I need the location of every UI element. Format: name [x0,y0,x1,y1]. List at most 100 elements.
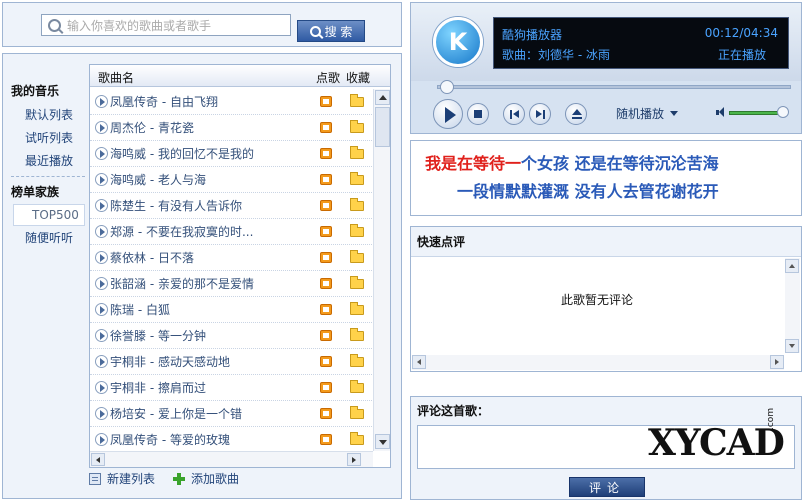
song-row[interactable]: 海鸣威 - 老人与海 [90,167,372,193]
song-title[interactable]: 海鸣威 - 我的回忆不是我的 [110,145,320,162]
pick-song-icon[interactable] [320,382,332,393]
folder-icon[interactable] [350,120,364,133]
play-circle-icon[interactable] [95,355,108,368]
song-title[interactable]: 徐誉滕 - 等一分钟 [110,327,320,344]
play-circle-icon[interactable] [95,147,108,160]
folder-icon[interactable] [350,172,364,185]
pick-song-icon[interactable] [320,174,332,185]
pick-song-icon[interactable] [320,408,332,419]
pick-song-icon[interactable] [320,252,332,263]
folder-icon[interactable] [350,146,364,159]
play-circle-icon[interactable] [95,95,108,108]
folder-icon[interactable] [350,198,364,211]
folder-icon[interactable] [350,354,364,367]
scroll-up-arrow-icon[interactable] [375,90,390,105]
song-title[interactable]: 陈楚生 - 有没有人告诉你 [110,197,320,214]
folder-icon[interactable] [350,380,364,393]
play-circle-icon[interactable] [95,225,108,238]
song-title[interactable]: 海鸣威 - 老人与海 [110,171,320,188]
pick-song-icon[interactable] [320,148,332,159]
play-circle-icon[interactable] [95,173,108,186]
song-row[interactable]: 陈楚生 - 有没有人告诉你 [90,193,372,219]
sidebar-item-trial-list[interactable]: 试听列表 [11,126,85,149]
play-circle-icon[interactable] [95,407,108,420]
song-row[interactable]: 凤凰传奇 - 自由飞翔 [90,89,372,115]
play-circle-icon[interactable] [95,433,108,446]
song-row[interactable]: 凤凰传奇 - 等爱的玫瑰 [90,427,372,451]
stop-button[interactable] [467,103,489,125]
submit-comment-button[interactable]: 评论 [569,477,645,497]
song-title[interactable]: 蔡依林 - 日不落 [110,249,320,266]
pick-song-icon[interactable] [320,226,332,237]
volume-handle[interactable] [776,106,789,118]
pick-song-icon[interactable] [320,356,332,367]
song-title[interactable]: 凤凰传奇 - 等爱的玫瑰 [110,431,320,448]
song-row[interactable]: 周杰伦 - 青花瓷 [90,115,372,141]
song-title[interactable]: 周杰伦 - 青花瓷 [110,119,320,136]
song-row[interactable]: 郑源 - 不要在我寂寞的时... [90,219,372,245]
play-circle-icon[interactable] [95,381,108,394]
review-hscroll[interactable] [412,355,784,370]
scroll-down-arrow-icon[interactable] [785,339,799,353]
folder-icon[interactable] [350,276,364,289]
folder-icon[interactable] [350,224,364,237]
song-title[interactable]: 郑源 - 不要在我寂寞的时... [110,223,320,240]
sidebar-item-random-listen[interactable]: 随便听听 [11,226,85,249]
search-input[interactable]: 输入你喜欢的歌曲或者歌手 [41,14,291,36]
play-circle-icon[interactable] [95,277,108,290]
song-title[interactable]: 陈瑞 - 白狐 [110,301,320,318]
pick-song-icon[interactable] [320,278,332,289]
sidebar-item-default-list[interactable]: 默认列表 [11,103,85,126]
folder-icon[interactable] [350,432,364,445]
search-button[interactable]: 搜 索 [297,20,365,42]
song-row[interactable]: 杨培安 - 爱上你是一个错 [90,401,372,427]
new-list-button[interactable]: 新建列表 [89,470,155,487]
song-row[interactable]: 徐誉滕 - 等一分钟 [90,323,372,349]
play-circle-icon[interactable] [95,303,108,316]
song-row[interactable]: 蔡依林 - 日不落 [90,245,372,271]
scroll-right-arrow-icon[interactable] [770,355,784,369]
add-song-button[interactable]: 添加歌曲 [173,470,239,487]
pick-song-icon[interactable] [320,330,332,341]
speaker-icon[interactable] [716,107,726,117]
next-button[interactable] [529,103,551,125]
song-row[interactable]: 海鸣威 - 我的回忆不是我的 [90,141,372,167]
folder-icon[interactable] [350,328,364,341]
progress-bar[interactable] [437,85,791,89]
scroll-up-arrow-icon[interactable] [785,259,799,273]
song-title[interactable]: 凤凰传奇 - 自由飞翔 [110,93,320,110]
folder-icon[interactable] [350,94,364,107]
song-list-vscroll[interactable] [373,89,390,451]
song-title[interactable]: 宇桐非 - 擦肩而过 [110,379,320,396]
folder-icon[interactable] [350,406,364,419]
song-row[interactable]: 宇桐非 - 擦肩而过 [90,375,372,401]
song-row[interactable]: 陈瑞 - 白狐 [90,297,372,323]
play-circle-icon[interactable] [95,251,108,264]
play-circle-icon[interactable] [95,199,108,212]
pick-song-icon[interactable] [320,122,332,133]
eject-button[interactable] [565,103,587,125]
play-button[interactable] [433,99,463,129]
folder-icon[interactable] [350,302,364,315]
song-row[interactable]: 张韶涵 - 亲爱的那不是爱情 [90,271,372,297]
song-list-hscroll[interactable] [90,451,373,467]
scroll-right-arrow-icon[interactable] [347,453,361,466]
scroll-down-arrow-icon[interactable] [375,434,390,449]
folder-icon[interactable] [350,250,364,263]
song-title[interactable]: 杨培安 - 爱上你是一个错 [110,405,320,422]
pick-song-icon[interactable] [320,200,332,211]
song-title[interactable]: 宇桐非 - 感动天感动地 [110,353,320,370]
play-mode-dropdown[interactable]: 随机播放 [616,105,679,122]
scroll-thumb[interactable] [375,107,390,147]
sidebar-item-recent[interactable]: 最近播放 [11,149,85,172]
play-circle-icon[interactable] [95,121,108,134]
progress-handle[interactable] [439,80,454,94]
scroll-left-arrow-icon[interactable] [412,355,426,369]
pick-song-icon[interactable] [320,96,332,107]
pick-song-icon[interactable] [320,434,332,445]
pick-song-icon[interactable] [320,304,332,315]
scroll-left-arrow-icon[interactable] [91,453,105,466]
sidebar-item-top500[interactable]: TOP500 [13,204,85,226]
review-vscroll[interactable] [785,258,800,353]
song-title[interactable]: 张韶涵 - 亲爱的那不是爱情 [110,275,320,292]
